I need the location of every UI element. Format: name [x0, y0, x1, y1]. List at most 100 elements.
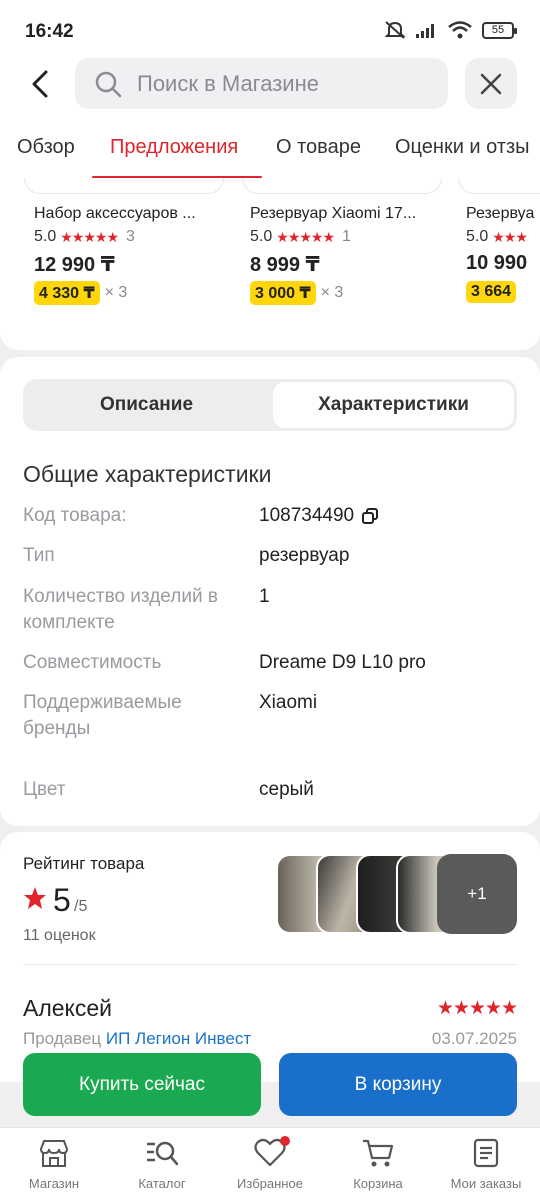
product-name: Набор аксессуаров ...: [34, 205, 196, 222]
search-icon: [95, 71, 122, 97]
spec-value: серый: [259, 779, 314, 800]
spec-value: Dreame D9 L10 pro: [259, 652, 426, 673]
close-button[interactable]: [465, 58, 517, 109]
seller-link[interactable]: ИП Легион Инвест: [106, 1029, 251, 1048]
signal-icon: [416, 24, 434, 38]
product-image: [458, 178, 540, 194]
rating-scale: /5: [74, 898, 88, 915]
close-icon: [480, 73, 502, 94]
nav-label: Корзина: [353, 1176, 403, 1191]
spec-key: Цвет: [23, 779, 66, 800]
installment: 4 330 ₸ × 3: [34, 281, 127, 305]
rating-stars: ★★★★★: [60, 228, 119, 245]
tab-about[interactable]: О товаре: [276, 136, 361, 159]
copy-icon[interactable]: [362, 507, 379, 524]
cart-icon: [363, 1139, 394, 1167]
rating-count: 1: [342, 228, 351, 245]
spec-value: Xiaomi: [259, 692, 318, 713]
segment-description[interactable]: Описание: [23, 379, 270, 431]
search-row: Поиск в Магазине: [0, 58, 540, 110]
status-time: 16:42: [25, 21, 74, 42]
rating-count: 11 оценок: [23, 927, 96, 944]
specs-section: Описание Характеристики Общие характерис…: [0, 357, 540, 826]
offers-carousel: Набор аксессуаров ... 5.0 ★★★★★ 3 12 990…: [0, 178, 540, 350]
product-card[interactable]: Набор аксессуаров ... 5.0 ★★★★★ 3 12 990…: [24, 178, 239, 318]
installment-badge: 3 664: [466, 281, 517, 303]
installment-multiplier: × 3: [320, 284, 344, 301]
nav-label: Избранное: [237, 1176, 303, 1191]
review-stars: ★★★★★: [436, 998, 518, 1019]
product-image: [242, 178, 442, 194]
rating-value: 5.0: [34, 228, 57, 245]
rating-score: 5: [53, 882, 71, 918]
installment-badge: 3 000 ₸: [250, 281, 316, 305]
review-date: 03.07.2025: [431, 1029, 517, 1048]
star-icon: [24, 887, 46, 909]
spec-key: Поддерживаемые бренды: [23, 692, 182, 739]
top-header: 16:42 55 Поиск в Магазине Обзор Предложе…: [0, 0, 540, 185]
add-to-cart-button[interactable]: В корзину: [279, 1053, 517, 1116]
back-arrow-icon[interactable]: [22, 64, 62, 104]
spec-key: Совместимость: [23, 652, 162, 673]
spec-value: 108734490: [259, 505, 355, 526]
spec-key: Количество изделий в комплекте: [23, 586, 218, 633]
buy-now-button[interactable]: Купить сейчас: [23, 1053, 261, 1116]
rating-value: 5.0: [250, 228, 273, 245]
spec-value: резервуар: [259, 545, 350, 566]
spec-key: Тип: [23, 545, 55, 566]
search-placeholder: Поиск в Магазине: [137, 70, 319, 96]
tab-reviews[interactable]: Оценки и отзы: [395, 136, 530, 159]
nav-label: Магазин: [28, 1176, 80, 1191]
review-author: Алексей: [23, 995, 113, 1021]
product-rating: 5.0 ★★★★★ 1: [250, 228, 351, 246]
nav-orders[interactable]: Мои заказы: [432, 1138, 540, 1191]
rating-count: 3: [126, 228, 135, 245]
product-image: [24, 178, 224, 194]
search-input[interactable]: Поиск в Магазине: [75, 58, 448, 109]
battery-icon: 55: [482, 21, 517, 39]
tab-overview[interactable]: Обзор: [17, 136, 75, 159]
rating-label: Рейтинг товара: [23, 854, 145, 873]
tab-offers[interactable]: Предложения: [110, 136, 238, 159]
installment-multiplier: × 3: [104, 284, 128, 301]
review-seller: Продавец ИП Легион Инвест: [23, 1029, 251, 1049]
shop-icon: [39, 1140, 69, 1167]
seller-prefix: Продавец: [23, 1029, 106, 1048]
status-bar: 16:42 55: [0, 0, 540, 60]
product-card[interactable]: Резервуар Xiaomi 17... 5.0 ★★★★★ 1 8 999…: [242, 178, 455, 318]
installment-badge: 4 330 ₸: [34, 281, 100, 305]
catalog-search-icon: [147, 1141, 179, 1166]
status-icons: 55: [384, 20, 517, 40]
nav-label: Мои заказы: [450, 1176, 522, 1191]
spec-key: Код товара:: [23, 505, 127, 526]
nav-favorites[interactable]: Избранное: [216, 1136, 324, 1191]
product-name: Резервуар Xiaomi 17...: [250, 205, 417, 222]
product-tabs: Обзор Предложения О товаре Оценки и отзы: [0, 128, 540, 178]
product-price: 8 999 ₸: [250, 254, 320, 276]
product-price: 10 990: [466, 252, 528, 274]
spec-value: 1: [259, 586, 270, 607]
rating-value: 5.0: [466, 228, 489, 245]
notification-dot: [280, 1136, 290, 1146]
spec-value-with-copy: 108734490: [259, 503, 379, 529]
wifi-icon: [448, 21, 472, 39]
segment-control: Описание Характеристики: [23, 379, 517, 431]
nav-cart[interactable]: Корзина: [324, 1138, 432, 1191]
nav-catalog[interactable]: Каталог: [108, 1138, 216, 1191]
rating-stars: ★★★★★: [276, 228, 335, 245]
nav-shop[interactable]: Магазин: [0, 1138, 108, 1191]
rating-section: Рейтинг товара 5 /5 11 оценок +1 Алексей…: [0, 832, 540, 1082]
nav-label: Каталог: [138, 1176, 186, 1191]
installment: 3 000 ₸ × 3: [250, 281, 343, 305]
product-card[interactable]: Резервуа 5.0 ★★★ 10 990 3 664: [458, 178, 540, 318]
orders-icon: [473, 1138, 499, 1168]
rating-stars: ★★★: [492, 228, 528, 245]
more-photos-badge[interactable]: +1: [437, 854, 517, 934]
product-rating: 5.0 ★★★: [466, 228, 528, 246]
segment-specs[interactable]: Характеристики: [270, 379, 517, 431]
product-rating: 5.0 ★★★★★ 3: [34, 228, 135, 246]
product-price: 12 990 ₸: [34, 254, 115, 276]
mute-bell-icon: [384, 21, 406, 39]
installment: 3 664: [466, 281, 517, 303]
review-photos[interactable]: +1: [276, 854, 517, 934]
